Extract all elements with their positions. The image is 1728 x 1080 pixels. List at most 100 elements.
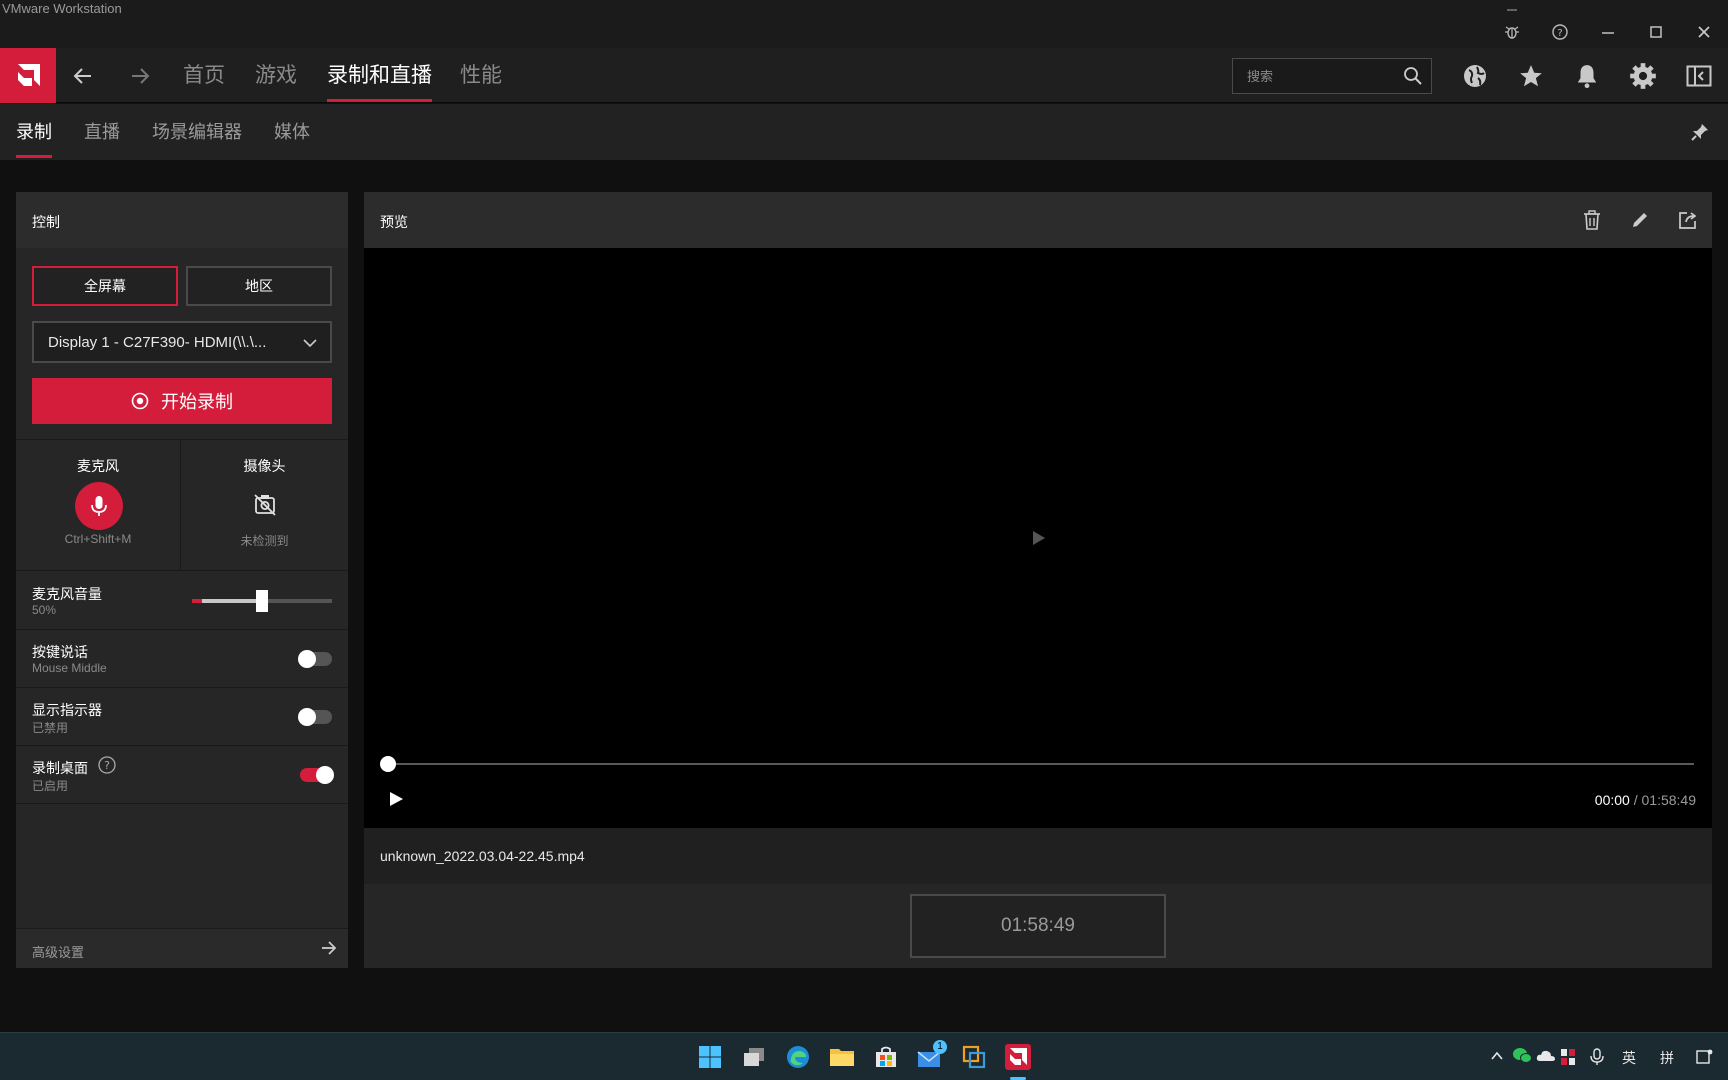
mic-volume-slider-thumb[interactable]: [256, 590, 268, 612]
maximize-icon[interactable]: [1644, 20, 1668, 44]
subtab-scene-editor[interactable]: 场景编辑器: [152, 121, 242, 143]
mic-volume-value: 50%: [32, 603, 57, 617]
camera-label: 摄像头: [243, 458, 286, 474]
forward-arrow-icon[interactable]: [126, 62, 154, 90]
video-player[interactable]: 00:00 / 01:58:49: [364, 248, 1712, 828]
push-to-talk-toggle[interactable]: [298, 650, 332, 668]
media-filename: unknown_2022.03.04-22.45.mp4: [380, 848, 585, 864]
tab-games[interactable]: 游戏: [255, 62, 297, 90]
amd-logo-icon[interactable]: [0, 48, 56, 103]
edge-browser-icon[interactable]: [784, 1043, 812, 1071]
amd-software-taskbar-icon[interactable]: [1004, 1043, 1032, 1080]
start-recording-button[interactable]: 开始录制: [32, 378, 332, 424]
tray-overflow-chevron-icon[interactable]: [1490, 1049, 1504, 1063]
advanced-settings-link[interactable]: 高级设置: [16, 928, 348, 968]
region-mode-button[interactable]: 地区: [186, 266, 332, 306]
microphone-toggle-button[interactable]: [75, 482, 123, 530]
advanced-settings-label: 高级设置: [32, 945, 85, 960]
subtab-stream[interactable]: 直播: [84, 121, 120, 143]
help-icon[interactable]: ?: [1548, 20, 1572, 44]
mail-icon[interactable]: 1: [916, 1040, 947, 1071]
push-to-talk-row: 按键说话 Mouse Middle: [16, 630, 348, 688]
seek-bar[interactable]: [380, 756, 1694, 772]
mic-camera-section: 麦克风 Ctrl+Shift+M 摄像头 未检测到: [16, 439, 348, 571]
search-icon[interactable]: [1403, 66, 1423, 86]
record-desktop-toggle[interactable]: [300, 766, 334, 784]
toggle-knob: [316, 766, 334, 784]
gear-icon[interactable]: [1628, 61, 1658, 91]
record-desktop-label: 录制桌面: [32, 760, 88, 776]
svg-text:?: ?: [1557, 28, 1562, 39]
display-select[interactable]: Display 1 - C27F390- HDMI(\\.\...: [32, 321, 332, 363]
input-language-english[interactable]: 英: [1622, 1048, 1636, 1068]
preview-panel-title: 预览: [380, 214, 408, 230]
tab-record-stream[interactable]: 录制和直播: [327, 62, 432, 102]
input-method-pinyin[interactable]: 拼: [1660, 1048, 1674, 1068]
wechat-icon[interactable]: [1512, 1047, 1532, 1065]
tab-home[interactable]: 首页: [183, 62, 225, 90]
sidebar-toggle-icon[interactable]: [1684, 61, 1714, 91]
record-desktop-status: 已启用: [32, 779, 69, 793]
pin-icon[interactable]: [1690, 122, 1710, 142]
tray-app-icon[interactable]: [1560, 1048, 1576, 1066]
star-icon[interactable]: [1516, 61, 1546, 91]
title-bar: VMware Workstation ?: [0, 0, 1728, 48]
search-box: [1232, 58, 1432, 94]
outer-minimize-icon[interactable]: [1500, 1, 1524, 15]
display-select-value: Display 1 - C27F390- HDMI(\\.\...: [48, 334, 267, 351]
play-icon[interactable]: [388, 790, 406, 808]
chevron-down-icon: [302, 335, 318, 351]
tray-microphone-icon[interactable]: [1590, 1048, 1604, 1066]
bell-icon[interactable]: [1572, 61, 1602, 91]
mic-volume-row: 麦克风音量 50%: [16, 572, 348, 630]
microphone-label: 麦克风: [77, 458, 119, 474]
camera-status: 未检测到: [240, 534, 289, 548]
share-icon[interactable]: [1676, 208, 1700, 232]
mic-volume-slider[interactable]: [192, 590, 332, 612]
close-icon[interactable]: [1692, 20, 1716, 44]
time-total: 01:58:49: [1641, 792, 1697, 808]
control-panel-header: 控制: [16, 192, 348, 248]
store-icon[interactable]: [872, 1043, 900, 1071]
center-play-icon[interactable]: [1032, 530, 1046, 546]
bug-report-icon[interactable]: [1500, 20, 1524, 44]
microphone-column: 麦克风 Ctrl+Shift+M: [16, 440, 181, 570]
search-input[interactable]: [1233, 59, 1393, 93]
preview-panel: 预览 00:00 / 01:58:49 unknown_2022.03.04-2…: [364, 192, 1712, 968]
push-to-talk-key: Mouse Middle: [32, 661, 107, 675]
help-circle-icon[interactable]: ?: [98, 756, 116, 774]
camera-disabled-icon[interactable]: [252, 492, 278, 518]
mic-volume-label: 麦克风音量: [32, 586, 102, 602]
timecode: 00:00 / 01:58:49: [1595, 792, 1696, 808]
trash-icon[interactable]: [1580, 208, 1604, 232]
seek-bar-knob[interactable]: [380, 756, 396, 772]
onedrive-icon[interactable]: [1536, 1048, 1556, 1064]
start-recording-label: 开始录制: [161, 392, 233, 412]
subtab-media[interactable]: 媒体: [274, 121, 310, 143]
preview-panel-header: 预览: [364, 192, 1712, 248]
fullscreen-mode-button[interactable]: 全屏幕: [32, 266, 178, 306]
minimize-icon[interactable]: [1596, 20, 1620, 44]
windows-start-icon[interactable]: [696, 1043, 724, 1071]
show-indicator-label: 显示指示器: [32, 702, 102, 718]
mail-badge: 1: [933, 1040, 947, 1054]
file-explorer-icon[interactable]: [828, 1043, 856, 1071]
subtab-record[interactable]: 录制: [16, 121, 52, 158]
toggle-knob: [298, 650, 316, 668]
record-icon: [131, 392, 149, 410]
svg-text:?: ?: [104, 759, 110, 772]
window-title: VMware Workstation: [2, 1, 122, 16]
notification-center-icon[interactable]: [1696, 1048, 1714, 1066]
time-separator: /: [1629, 792, 1642, 808]
globe-icon[interactable]: [1460, 61, 1490, 91]
vmware-icon[interactable]: [960, 1043, 988, 1071]
task-view-icon[interactable]: [740, 1043, 768, 1071]
toggle-knob: [298, 708, 316, 726]
push-to-talk-label: 按键说话: [32, 644, 88, 660]
mic-volume-slider-fill: [192, 599, 262, 603]
show-indicator-toggle[interactable]: [298, 708, 332, 726]
show-indicator-row: 显示指示器 已禁用: [16, 688, 348, 746]
tab-performance[interactable]: 性能: [460, 62, 502, 90]
back-arrow-icon[interactable]: [69, 62, 97, 90]
pencil-icon[interactable]: [1628, 208, 1652, 232]
